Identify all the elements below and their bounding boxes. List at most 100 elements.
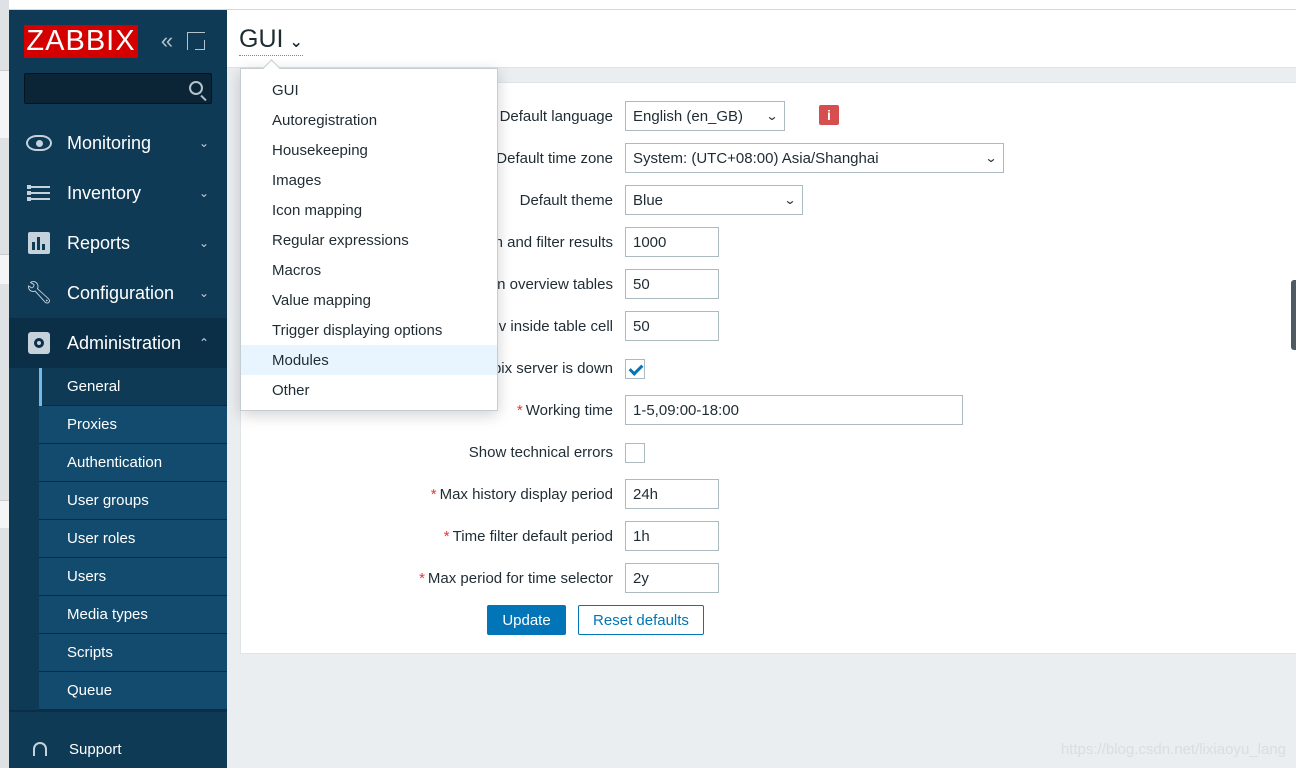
dropdown-item-housekeeping[interactable]: Housekeeping [241,135,497,165]
max-history-period-input[interactable]: 24h [625,479,719,509]
sidebar: ZABBIX « Monitoring ⌄ Inventory ⌄ Report… [9,10,227,768]
field-label: n and filter results [494,234,613,251]
required-mark: * [430,486,437,503]
dropdown-item-value-mapping[interactable]: Value mapping [241,285,497,315]
reset-defaults-button[interactable]: Reset defaults [578,605,704,635]
form-row-max-history-period: * Max history display period 24h [241,479,1296,509]
bar-chart-icon [26,230,52,256]
submenu-user-groups[interactable]: User groups [39,482,227,520]
submenu-general[interactable]: General [39,368,227,406]
chevron-down-icon: ⌄ [198,186,209,200]
dropdown-item-macros[interactable]: Macros [241,255,497,285]
field-label: Default theme [519,192,613,209]
wrench-icon: 🔧︎ [25,280,53,305]
submenu-media-types[interactable]: Media types [39,596,227,634]
support-label: Support [69,740,122,758]
collapse-sidebar-icon[interactable]: « [155,30,179,52]
dropdown-item-other[interactable]: Other [241,375,497,405]
chevron-down-icon: ⌄ [198,136,209,150]
submenu-user-roles[interactable]: User roles [39,520,227,558]
field-label: v inside table cell [498,318,613,335]
default-theme-select[interactable]: Blue ⌄ [625,185,803,215]
support-link[interactable]: Support [9,730,227,768]
menu-monitoring[interactable]: Monitoring ⌄ [9,118,227,168]
dropdown-item-autoregistration[interactable]: Autoregistration [241,105,497,135]
submenu-scripts[interactable]: Scripts [39,634,227,672]
page-title: GUI [239,25,284,53]
menu-inventory[interactable]: Inventory ⌄ [9,168,227,218]
menu-label: Reports [67,232,131,253]
overview-tables-limit-input[interactable]: 50 [625,269,719,299]
sidebar-search-input[interactable] [24,73,212,104]
dropdown-item-icon-mapping[interactable]: Icon mapping [241,195,497,225]
headset-icon [33,742,47,756]
field-label: * Working time [517,402,613,419]
default-language-select[interactable]: English (en_GB) ⌄ [625,101,785,131]
browser-top-strip [0,0,1296,10]
menu-label: Configuration [67,282,175,303]
menu-reports[interactable]: Reports ⌄ [9,218,227,268]
form-row-time-filter-period: * Time filter default period 1h [241,521,1296,551]
max-period-selector-input[interactable]: 2y [625,563,719,593]
kiosk-mode-icon[interactable] [187,32,205,50]
background-window-edge [0,0,9,768]
show-technical-errors-checkbox[interactable] [625,443,645,463]
menu-label: Administration [67,332,182,353]
gear-icon [26,330,52,356]
chevron-down-icon: ⌄ [289,33,303,51]
menu-administration[interactable]: Administration ⌃ [9,318,227,368]
dropdown-item-images[interactable]: Images [241,165,497,195]
chevron-down-icon: ⌄ [198,286,209,300]
search-filter-limit-input[interactable]: 1000 [625,227,719,257]
required-mark: * [419,570,425,587]
dropdown-item-trigger-displaying-options[interactable]: Trigger displaying options [241,315,497,345]
table-cell-limit-input[interactable]: 50 [625,311,719,341]
dropdown-item-modules[interactable]: Modules [241,345,497,375]
zabbix-logo[interactable]: ZABBIX [24,25,138,58]
menu-label: Inventory [67,182,142,203]
select-value: System: (UTC+08:00) Asia/Shanghai [633,149,879,167]
server-down-warning-checkbox[interactable] [625,359,645,379]
administration-submenu: General Proxies Authentication User grou… [39,368,227,710]
form-row-max-period-selector: * Max period for time selector 2y [241,563,1296,593]
dropdown-item-gui[interactable]: GUI [241,75,497,105]
submenu-proxies[interactable]: Proxies [39,406,227,444]
chevron-down-icon: ⌄ [783,193,797,207]
field-label: Default time zone [496,150,613,167]
chevron-up-icon: ⌃ [198,336,209,350]
field-label: * Max history display period [431,486,613,503]
working-time-input[interactable]: 1-5,09:00-18:00 [625,395,963,425]
menu-configuration[interactable]: 🔧︎ Configuration ⌄ [9,268,227,318]
select-value: English (en_GB) [633,107,744,125]
default-time-zone-select[interactable]: System: (UTC+08:00) Asia/Shanghai ⌄ [625,143,1004,173]
time-filter-period-input[interactable]: 1h [625,521,719,551]
chevron-down-icon: ⌄ [984,151,998,165]
field-label: * Max period for time selector [419,570,613,587]
submenu-authentication[interactable]: Authentication [39,444,227,482]
page-selector-dropdown: GUI Autoregistration Housekeeping Images… [240,68,498,411]
chevron-down-icon: ⌄ [765,109,779,123]
page-header: GUI ⌄ [227,10,1296,68]
field-label: n overview tables [497,276,613,293]
form-row-show-technical-errors: Show technical errors [241,437,1296,467]
required-mark: * [516,402,523,419]
menu-label: Monitoring [67,132,152,153]
field-label: bix server is down [492,360,613,377]
info-icon[interactable]: i [819,105,839,125]
submenu-queue[interactable]: Queue [39,672,227,710]
field-label: Show technical errors [468,444,613,461]
label-text: Working time [525,402,613,419]
scrollbar-handle[interactable] [1291,280,1296,350]
eye-icon [26,130,52,156]
watermark: https://blog.csdn.net/lixiaoyu_lang [1060,741,1286,758]
sidebar-divider [9,710,227,712]
update-button[interactable]: Update [487,605,566,635]
select-value: Blue [633,191,664,209]
dropdown-item-regular-expressions[interactable]: Regular expressions [241,225,497,255]
list-icon [26,180,52,206]
field-label: Default language [499,108,613,125]
search-icon[interactable] [189,81,203,95]
page-title-dropdown[interactable]: GUI ⌄ [239,25,303,56]
field-label: * Time filter default period [444,528,613,545]
submenu-users[interactable]: Users [39,558,227,596]
